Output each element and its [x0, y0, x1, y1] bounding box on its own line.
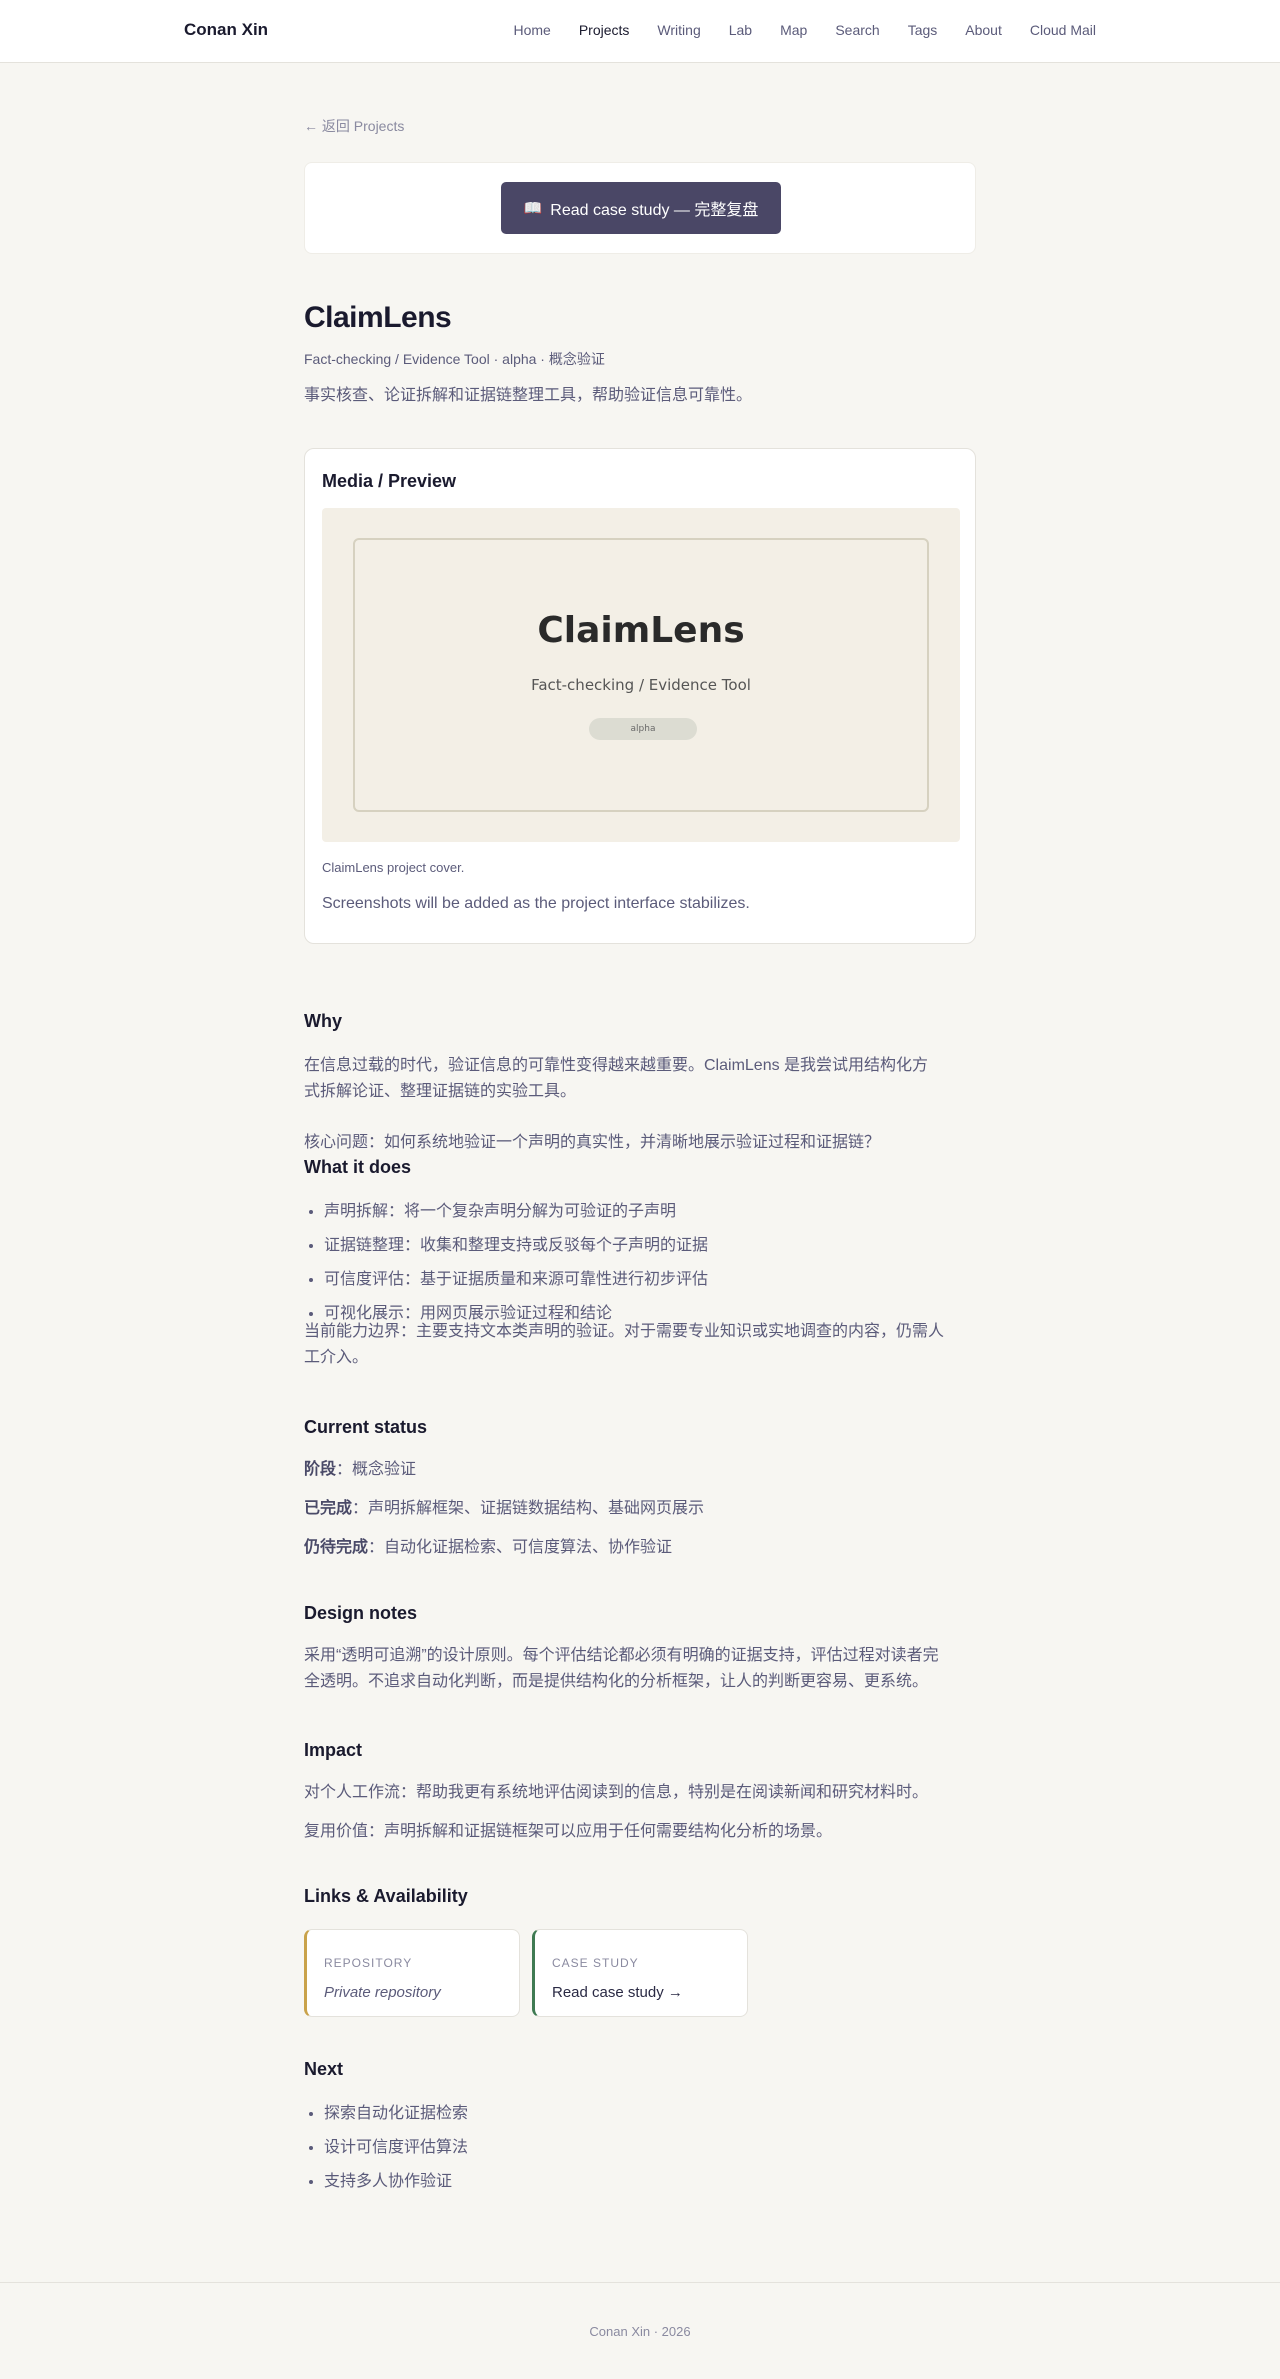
impact-paragraph-1: 对个人工作流：帮助我更有系统地评估阅读到的信息，特别是在阅读新闻和研究材料时。: [304, 1784, 929, 1801]
case-study-label: CASE STUDY: [552, 1956, 639, 1970]
nav-tags[interactable]: Tags: [908, 22, 938, 38]
list-item: 支持多人协作验证: [324, 2169, 944, 2203]
main-nav: Home Projects Writing Lab Map Search Tag…: [485, 22, 1096, 38]
what-heading: What it does: [304, 1157, 411, 1177]
cover-frame: ClaimLens Fact-checking / Evidence Tool …: [353, 538, 929, 812]
status-done-label: 已完成: [304, 1500, 353, 1517]
repository-value: Private repository: [324, 1984, 441, 2001]
repository-label: REPOSITORY: [324, 1956, 413, 1970]
links-heading: Links & Availability: [304, 1886, 468, 1906]
nav-lab[interactable]: Lab: [729, 22, 752, 38]
cover-title: ClaimLens: [537, 610, 745, 651]
status-heading: Current status: [304, 1417, 428, 1437]
why-heading: Why: [304, 1011, 342, 1031]
list-item: 设计可信度评估算法: [324, 2135, 944, 2169]
back-to-projects-link[interactable]: ← 返回 Projects: [304, 116, 404, 136]
list-item: 声明拆解：将一个复杂声明分解为可验证的子声明: [324, 1199, 944, 1233]
book-icon: 📖: [523, 200, 543, 217]
page-title: ClaimLens: [304, 301, 452, 334]
case-study-link[interactable]: Read case study →: [552, 1984, 683, 2001]
cover-subtitle: Fact-checking / Evidence Tool: [531, 676, 751, 694]
case-study-card[interactable]: CASE STUDY Read case study →: [532, 1929, 748, 2017]
what-boundary: 当前能力边界：主要支持文本类声明的验证。对于需要专业知识或实地调查的内容，仍需人…: [304, 1323, 945, 1366]
brand-link[interactable]: Conan Xin: [184, 20, 268, 40]
case-study-cta-box: 📖 Read case study — 完整复盘: [304, 162, 976, 254]
media-preview-card: Media / Preview ClaimLens Fact-checking …: [304, 448, 976, 944]
status-stage-label: 阶段: [304, 1461, 337, 1478]
what-list: 声明拆解：将一个复杂声明分解为可验证的子声明 证据链整理：收集和整理支持或反驳每…: [324, 1199, 944, 1335]
nav-cloud-mail[interactable]: Cloud Mail: [1030, 22, 1096, 38]
nav-about[interactable]: About: [965, 22, 1002, 38]
project-tagline: 事实核查、论证拆解和证据链整理工具，帮助验证信息可靠性。: [304, 387, 753, 404]
repository-card: REPOSITORY Private repository: [304, 1929, 520, 2017]
site-footer: Conan Xin · 2026: [0, 2282, 1280, 2379]
media-heading: Media / Preview: [322, 471, 457, 491]
project-meta: Fact-checking / Evidence Tool · alpha · …: [304, 351, 605, 367]
status-done: 已完成：声明拆解框架、证据链数据结构、基础网页展示: [304, 1496, 944, 1522]
media-note: Screenshots will be added as the project…: [322, 895, 750, 912]
nav-map[interactable]: Map: [780, 22, 807, 38]
nav-projects[interactable]: Projects: [579, 22, 630, 38]
list-item: 探索自动化证据检索: [324, 2101, 944, 2135]
next-list: 探索自动化证据检索 设计可信度评估算法 支持多人协作验证: [324, 2101, 944, 2203]
status-stage-value: ：概念验证: [336, 1461, 417, 1478]
read-case-study-label: Read case study — 完整复盘: [550, 202, 759, 219]
nav-home[interactable]: Home: [513, 22, 550, 38]
nav-writing[interactable]: Writing: [657, 22, 700, 38]
why-paragraph-1: 在信息过载的时代，验证信息的可靠性变得越来越重要。ClaimLens 是我尝试用…: [304, 1057, 929, 1100]
nav-search[interactable]: Search: [835, 22, 879, 38]
read-case-study-button[interactable]: 📖 Read case study — 完整复盘: [501, 182, 781, 234]
design-paragraph: 采用“透明可追溯”的设计原则。每个评估结论都必须有明确的证据支持，评估过程对读者…: [304, 1647, 939, 1690]
status-todo-value: ：自动化证据检索、可信度算法、协作验证: [368, 1539, 673, 1556]
cover-status-badge: alpha: [589, 718, 697, 740]
list-item: 可信度评估：基于证据质量和来源可靠性进行初步评估: [324, 1267, 944, 1301]
footer-copyright: Conan Xin · 2026: [589, 2324, 691, 2339]
list-item: 证据链整理：收集和整理支持或反驳每个子声明的证据: [324, 1233, 944, 1267]
status-done-value: ：声明拆解框架、证据链数据结构、基础网页展示: [352, 1500, 705, 1517]
cover-caption: ClaimLens project cover.: [322, 860, 465, 875]
design-heading: Design notes: [304, 1603, 418, 1623]
status-todo-label: 仍待完成: [304, 1539, 369, 1556]
next-heading: Next: [304, 2059, 344, 2079]
why-paragraph-2: 核心问题：如何系统地验证一个声明的真实性，并清晰地展示验证过程和证据链？: [304, 1134, 881, 1151]
project-cover-image: ClaimLens Fact-checking / Evidence Tool …: [322, 508, 960, 842]
status-stage: 阶段：概念验证: [304, 1457, 944, 1483]
impact-heading: Impact: [304, 1740, 363, 1760]
site-header: Conan Xin Home Projects Writing Lab Map …: [0, 0, 1280, 63]
status-todo: 仍待完成：自动化证据检索、可信度算法、协作验证: [304, 1535, 944, 1561]
impact-paragraph-2: 复用价值：声明拆解和证据链框架可以应用于任何需要结构化分析的场景。: [304, 1823, 833, 1840]
